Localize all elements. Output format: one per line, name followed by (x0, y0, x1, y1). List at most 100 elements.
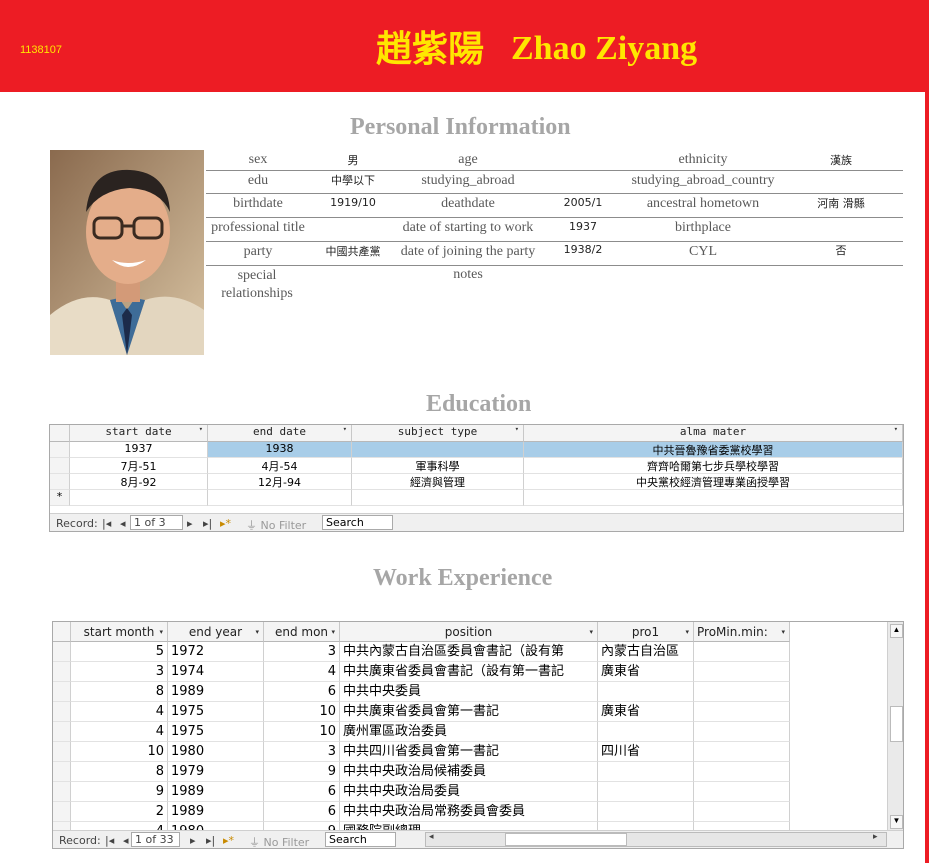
start-month-cell[interactable]: 8 (71, 682, 168, 702)
column-header-end-year[interactable]: end year ▾ (168, 622, 264, 642)
start-date-cell[interactable]: 7月-51 (70, 458, 208, 474)
column-header-end-month[interactable]: end mon ▾ (264, 622, 340, 642)
table-row[interactable]: 8 1979 9 中共中央政治局候補委員 (53, 762, 887, 782)
end-date-cell[interactable]: 4月-54 (208, 458, 352, 474)
end-month-cell[interactable]: 10 (264, 702, 340, 722)
table-row[interactable]: 9 1989 6 中共中央政治局委員 (53, 782, 887, 802)
table-row[interactable]: 3 1974 4 中共廣東省委員會書記（設有第一書記 廣東省 (53, 662, 887, 682)
new-alma-mater-cell[interactable] (524, 490, 903, 506)
position-cell[interactable]: 中共廣東省委員會書記（設有第一書記 (340, 662, 598, 682)
column-header-start-date[interactable]: start date ▾ (70, 425, 208, 442)
alma-mater-cell[interactable]: 中共晉魯豫省委黨校學習 (524, 442, 903, 458)
end-year-cell[interactable]: 1972 (168, 642, 264, 662)
position-cell[interactable]: 中共四川省委員會第一書記 (340, 742, 598, 762)
start-month-cell[interactable]: 4 (71, 722, 168, 742)
previous-record-icon[interactable]: ◂ (120, 517, 126, 530)
promin-cell[interactable] (694, 662, 790, 682)
row-selector[interactable] (53, 782, 71, 802)
record-position-input[interactable]: 1 of 33 (131, 832, 180, 847)
table-row[interactable]: 10 1980 3 中共四川省委員會第一書記 四川省 (53, 742, 887, 762)
scroll-left-icon[interactable]: ◂ (429, 832, 434, 842)
search-input[interactable]: Search (322, 515, 393, 530)
vertical-scrollbar[interactable]: ▲ ▼ (887, 622, 903, 830)
no-filter-button[interactable]: ⏚ No Filter (249, 834, 309, 848)
row-selector[interactable] (53, 642, 71, 662)
promin-cell[interactable] (694, 782, 790, 802)
position-cell[interactable]: 中共廣東省委員會第一書記 (340, 702, 598, 722)
subject-type-cell[interactable]: 經濟與管理 (352, 474, 524, 490)
end-year-cell[interactable]: 1975 (168, 702, 264, 722)
row-selector[interactable] (53, 722, 71, 742)
start-month-cell[interactable]: 4 (71, 702, 168, 722)
end-month-cell[interactable]: 6 (264, 682, 340, 702)
pro1-cell[interactable] (598, 682, 694, 702)
new-end-date-cell[interactable] (208, 490, 352, 506)
column-header-start-month[interactable]: start month ▾ (71, 622, 168, 642)
end-year-cell[interactable]: 1989 (168, 802, 264, 822)
first-record-icon[interactable]: |◂ (102, 517, 111, 530)
table-row[interactable]: 8 1989 6 中共中央委員 (53, 682, 887, 702)
promin-cell[interactable] (694, 742, 790, 762)
start-date-cell[interactable]: 8月-92 (70, 474, 208, 490)
row-selector[interactable] (53, 802, 71, 822)
table-row[interactable]: 1937 1938 中共晉魯豫省委黨校學習 (50, 442, 903, 458)
end-month-cell[interactable]: 3 (264, 742, 340, 762)
horizontal-scrollbar[interactable] (425, 832, 887, 847)
position-cell[interactable]: 中共中央政治局常務委員會委員 (340, 802, 598, 822)
row-selector[interactable] (53, 742, 71, 762)
subject-type-cell[interactable]: 軍事科學 (352, 458, 524, 474)
alma-mater-cell[interactable]: 中央黨校經濟管理專業函授學習 (524, 474, 903, 490)
search-input[interactable]: Search (325, 832, 396, 847)
end-year-cell[interactable]: 1989 (168, 682, 264, 702)
promin-cell[interactable] (694, 642, 790, 662)
next-record-icon[interactable]: ▸ (190, 834, 196, 847)
start-month-cell[interactable]: 2 (71, 802, 168, 822)
select-all-corner[interactable] (50, 425, 70, 442)
column-header-subject-type[interactable]: subject type ▾ (352, 425, 524, 442)
select-all-corner[interactable] (53, 622, 71, 642)
subject-type-cell[interactable] (352, 442, 524, 458)
no-filter-button[interactable]: ⏚ No Filter (246, 517, 306, 531)
column-header-position[interactable]: position ▾ (340, 622, 598, 642)
scroll-right-icon[interactable]: ▸ (873, 832, 878, 842)
end-date-cell[interactable]: 1938 (208, 442, 352, 458)
row-selector[interactable] (53, 762, 71, 782)
column-header-end-date[interactable]: end date ▾ (208, 425, 352, 442)
column-header-pro1[interactable]: pro1 ▾ (598, 622, 694, 642)
new-record-icon[interactable]: ▸* (220, 517, 231, 530)
start-month-cell[interactable]: 10 (71, 742, 168, 762)
end-month-cell[interactable]: 6 (264, 782, 340, 802)
row-selector[interactable] (50, 474, 70, 490)
new-start-date-cell[interactable] (70, 490, 208, 506)
row-selector[interactable] (53, 662, 71, 682)
pro1-cell[interactable] (598, 802, 694, 822)
promin-cell[interactable] (694, 702, 790, 722)
promin-cell[interactable] (694, 722, 790, 742)
last-record-icon[interactable]: ▸| (206, 834, 215, 847)
scroll-thumb[interactable] (890, 706, 903, 742)
position-cell[interactable]: 廣州軍區政治委員 (340, 722, 598, 742)
end-year-cell[interactable]: 1989 (168, 782, 264, 802)
row-selector[interactable] (50, 458, 70, 474)
row-selector[interactable] (53, 702, 71, 722)
position-cell[interactable]: 中共內蒙古自治區委員會書記（設有第 (340, 642, 598, 662)
pro1-cell[interactable]: 廣東省 (598, 702, 694, 722)
new-record-icon[interactable]: ▸* (223, 834, 234, 847)
table-row[interactable]: 5 1972 3 中共內蒙古自治區委員會書記（設有第 內蒙古自治區 (53, 642, 887, 662)
end-year-cell[interactable]: 1980 (168, 742, 264, 762)
column-header-promin[interactable]: ProMin.min: ▾ (694, 622, 790, 642)
start-month-cell[interactable]: 9 (71, 782, 168, 802)
promin-cell[interactable] (694, 682, 790, 702)
table-row[interactable]: 8月-92 12月-94 經濟與管理 中央黨校經濟管理專業函授學習 (50, 474, 903, 490)
pro1-cell[interactable] (598, 762, 694, 782)
scroll-down-icon[interactable]: ▼ (890, 815, 903, 829)
end-month-cell[interactable]: 4 (264, 662, 340, 682)
pro1-cell[interactable]: 四川省 (598, 742, 694, 762)
end-year-cell[interactable]: 1974 (168, 662, 264, 682)
new-subject-type-cell[interactable] (352, 490, 524, 506)
position-cell[interactable]: 中共中央政治局委員 (340, 782, 598, 802)
last-record-icon[interactable]: ▸| (203, 517, 212, 530)
pro1-cell[interactable]: 廣東省 (598, 662, 694, 682)
start-month-cell[interactable]: 3 (71, 662, 168, 682)
table-row[interactable]: 4 1975 10 廣州軍區政治委員 (53, 722, 887, 742)
